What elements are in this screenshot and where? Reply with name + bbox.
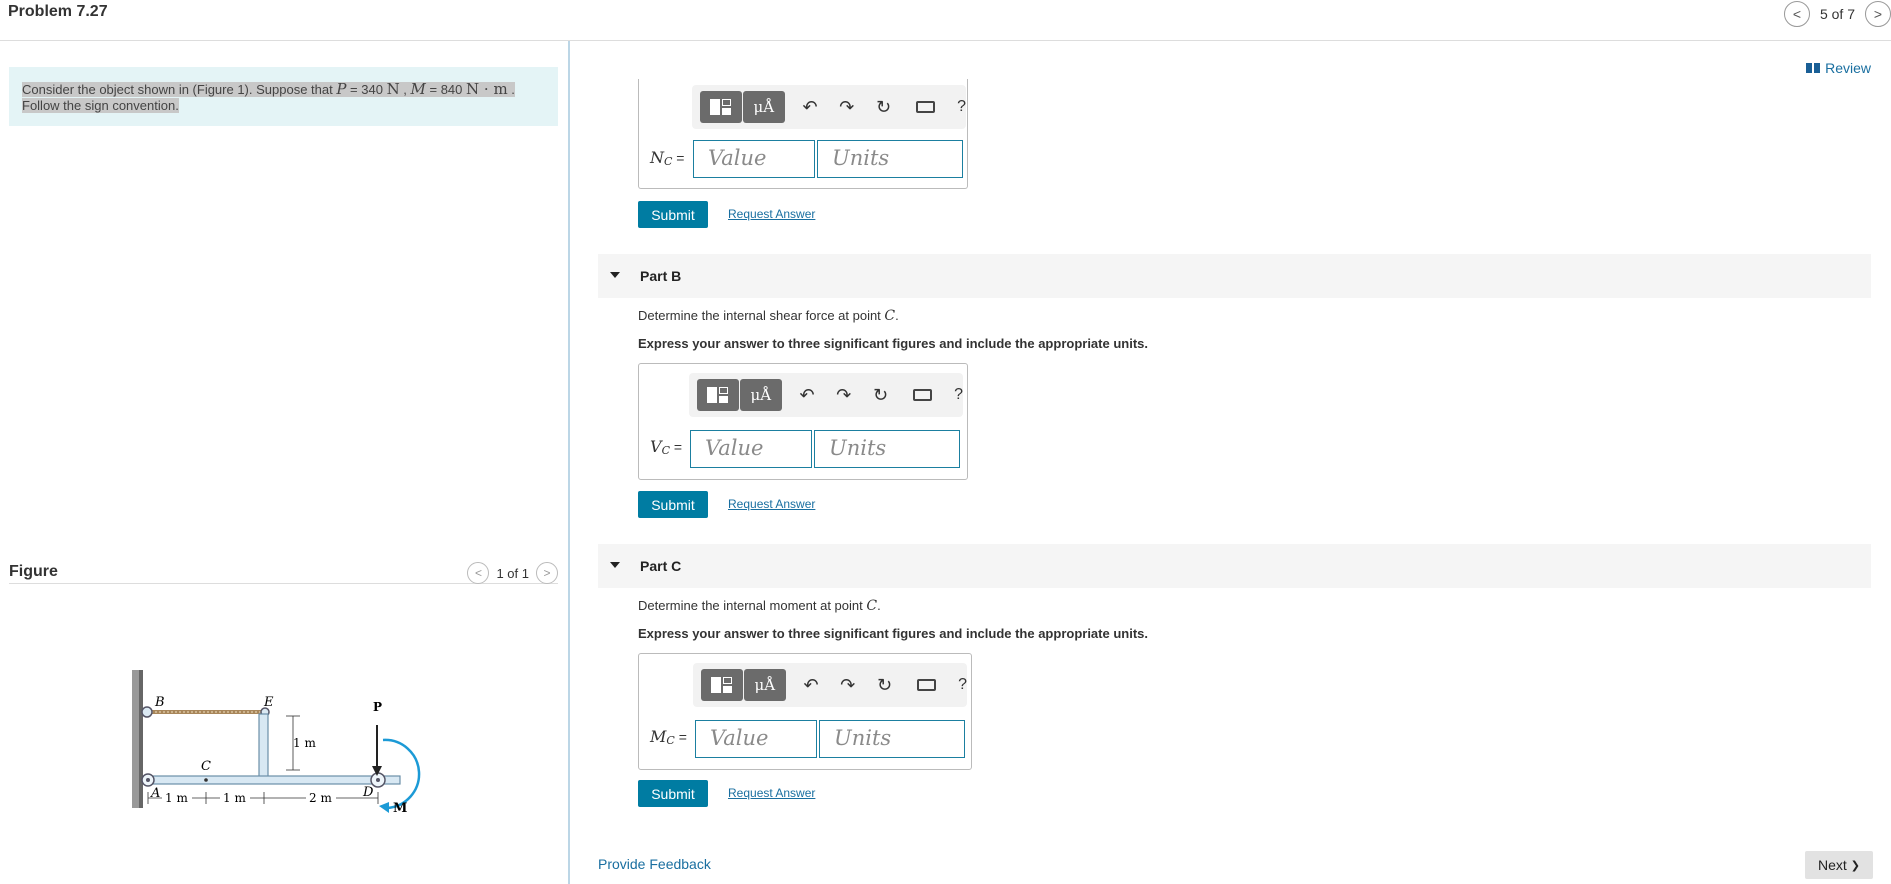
dim-1: 1 m [165, 791, 188, 805]
chevron-right-icon: > [1873, 6, 1883, 22]
point-c [204, 778, 208, 782]
mu-angstrom-icon: μÅ [750, 386, 772, 404]
part-b-label: Part B [640, 268, 682, 284]
var-label-mc: MC = [650, 727, 687, 747]
math-toolbar-a: μÅ ↶ ↷ ↻ ? [692, 85, 966, 129]
right-panel: Review μÅ ↶ ↷ ↻ ? NC = Value Units Submi… [572, 41, 1891, 884]
dim-2: 1 m [223, 791, 246, 805]
units-input-c[interactable]: Units [819, 720, 965, 758]
template-icon [710, 99, 732, 115]
next-problem-button[interactable]: > [1865, 1, 1891, 27]
mu-angstrom-icon: μÅ [754, 676, 776, 694]
redo-icon[interactable]: ↷ [835, 675, 860, 695]
figure-count: 1 of 1 [496, 565, 529, 581]
figure-header: Figure < 1 of 1 > [9, 554, 558, 584]
request-answer-link-b[interactable]: Request Answer [728, 497, 815, 511]
next-figure-button[interactable]: > [536, 562, 558, 584]
undo-icon[interactable]: ↶ [799, 675, 824, 695]
template-icon [711, 677, 733, 693]
part-b-header[interactable]: Part B [598, 254, 1871, 298]
keyboard-icon[interactable] [916, 679, 937, 691]
template-button[interactable] [697, 379, 739, 411]
mu-angstrom-icon: μÅ [753, 98, 775, 116]
part-b-question: Determine the internal shear force at po… [638, 308, 899, 324]
label-a: A [150, 786, 160, 801]
var-label-nc: NC = [650, 148, 685, 168]
dim-3: 2 m [309, 791, 332, 805]
label-p: P [373, 700, 382, 714]
top-bar: Problem 7.27 < 5 of 7 > [0, 0, 1891, 41]
value-input-a[interactable]: Value [693, 140, 815, 178]
units-input-b[interactable]: Units [814, 430, 960, 468]
template-button[interactable] [700, 91, 742, 123]
request-answer-link-c[interactable]: Request Answer [728, 786, 815, 800]
math-toolbar-b: μÅ ↶ ↷ ↻ ? [689, 373, 963, 417]
reset-icon[interactable]: ↻ [872, 675, 897, 695]
units-button[interactable]: μÅ [742, 91, 785, 123]
label-e: E [263, 695, 274, 710]
problem-count: 5 of 7 [1819, 6, 1855, 22]
prev-figure-button[interactable]: < [467, 562, 490, 584]
book-icon [1806, 63, 1821, 73]
figure-pager: < 1 of 1 > [467, 562, 558, 584]
redo-icon[interactable]: ↷ [831, 385, 856, 405]
label-c: C [201, 759, 211, 774]
beam-figure: B E P C A D M 1 m 1 m 1 m 2 m [132, 670, 421, 816]
help-icon[interactable]: ? [958, 676, 967, 694]
vertical-member [258, 713, 269, 781]
help-icon[interactable]: ? [957, 98, 966, 116]
keyboard-icon[interactable] [912, 389, 933, 401]
template-icon [707, 387, 729, 403]
next-button[interactable]: Next ❯ [1805, 851, 1873, 879]
math-toolbar-c: μÅ ↶ ↷ ↻ ? [693, 663, 967, 707]
caret-down-icon [610, 272, 620, 278]
problem-text-2: Follow the sign convention. [22, 98, 179, 113]
problem-statement: Consider the object shown in (Figure 1).… [9, 67, 558, 126]
undo-icon[interactable]: ↶ [795, 385, 820, 405]
problem-text-1: Consider the object shown in (Figure 1).… [22, 80, 515, 98]
undo-icon[interactable]: ↶ [798, 97, 823, 117]
part-b-instruction: Express your answer to three significant… [638, 336, 1148, 351]
chevron-right-icon: ❯ [1850, 859, 1860, 872]
chevron-left-icon: < [1792, 6, 1802, 22]
horizontal-beam [146, 775, 401, 785]
part-c-instruction: Express your answer to three significant… [638, 626, 1148, 641]
label-m: M [393, 801, 407, 816]
value-input-b[interactable]: Value [690, 430, 812, 468]
label-b: B [154, 695, 165, 710]
template-button[interactable] [701, 669, 743, 701]
help-icon[interactable]: ? [954, 386, 963, 404]
problem-title: Problem 7.27 [8, 3, 108, 20]
chevron-right-icon: > [543, 566, 551, 580]
part-c-question: Determine the internal moment at point C… [638, 598, 881, 614]
part-c-header[interactable]: Part C [598, 544, 1871, 588]
submit-button-b[interactable]: Submit [638, 491, 708, 518]
label-d: D [362, 785, 374, 800]
redo-icon[interactable]: ↷ [834, 97, 859, 117]
moment-m-arrow [382, 738, 421, 810]
reset-icon[interactable]: ↻ [871, 97, 896, 117]
submit-button-c[interactable]: Submit [638, 780, 708, 807]
units-button[interactable]: μÅ [743, 669, 786, 701]
figure-title: Figure [9, 563, 58, 580]
reset-icon[interactable]: ↻ [868, 385, 893, 405]
part-c-label: Part C [640, 558, 682, 574]
review-link[interactable]: Review [1806, 60, 1871, 76]
units-input-a[interactable]: Units [817, 140, 963, 178]
caret-down-icon [610, 562, 620, 568]
units-button[interactable]: μÅ [739, 379, 782, 411]
request-answer-link-a[interactable]: Request Answer [728, 207, 815, 221]
submit-button-a[interactable]: Submit [638, 201, 708, 228]
provide-feedback-link[interactable]: Provide Feedback [598, 856, 711, 872]
problem-pager: < 5 of 7 > [1783, 1, 1891, 27]
keyboard-icon[interactable] [915, 101, 936, 113]
value-input-c[interactable]: Value [695, 720, 817, 758]
prev-problem-button[interactable]: < [1783, 1, 1810, 27]
chevron-left-icon: < [474, 566, 482, 580]
dim-height: 1 m [293, 736, 316, 750]
var-label-vc: VC = [650, 437, 683, 457]
pin-b [141, 706, 153, 718]
